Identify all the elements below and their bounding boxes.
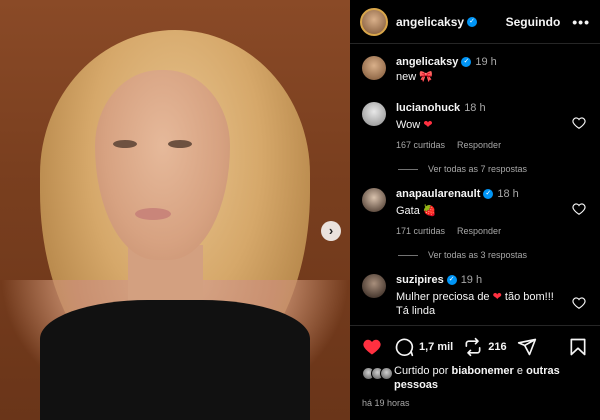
avatar xyxy=(380,367,393,380)
comment-username[interactable]: suzipires xyxy=(396,274,444,286)
caption-text: new 🎀 xyxy=(396,71,433,83)
replies-divider xyxy=(398,254,418,256)
comment-time[interactable]: 18 h xyxy=(464,102,485,114)
post-header: angelicaksy ✓ Seguindo ••• xyxy=(350,0,600,44)
comment-avatar[interactable] xyxy=(362,188,386,212)
comment-likes[interactable]: 167 curtidas xyxy=(396,140,445,150)
caption-username[interactable]: angelicaksy xyxy=(396,56,458,68)
photo-top xyxy=(40,300,310,420)
strawberry-emoji: 🍓 xyxy=(422,205,437,217)
paper-plane-icon[interactable] xyxy=(517,337,537,357)
like-comment-icon[interactable] xyxy=(572,202,586,216)
comment-item: anapaularenault ✓ 18 h Gata 🍓 171 curtidas… xyxy=(362,188,586,236)
verified-badge-icon: ✓ xyxy=(446,275,457,286)
comment-avatar[interactable] xyxy=(362,274,386,298)
caption: angelicaksy ✓ 19 h new 🎀 xyxy=(362,56,586,84)
liked-by: Curtido por biabonemer e outras pessoas xyxy=(362,364,588,392)
comment-text: Mulher preciosa de ❤ tão bom!!! Tá linda xyxy=(396,291,554,317)
comment-username[interactable]: lucianohuck xyxy=(396,102,460,114)
comment-item: lucianohuck 18 h Wow ❤ 167 curtidas Respon… xyxy=(362,102,586,150)
photo-eye xyxy=(168,140,192,148)
reply-button[interactable]: Responder xyxy=(457,226,501,236)
post-timestamp[interactable]: há 19 horas xyxy=(362,398,410,408)
liked-by-text: Curtido por biabonemer e outras pessoas xyxy=(394,365,560,391)
chevron-right-icon: › xyxy=(328,223,334,238)
comment-text: Wow ❤ xyxy=(396,119,433,131)
comment-username[interactable]: anapaularenault xyxy=(396,188,480,200)
heart-emoji: ❤ xyxy=(492,291,502,303)
comment-time[interactable]: 18 h xyxy=(497,188,518,200)
bookmark-icon[interactable] xyxy=(568,337,588,357)
comments-list[interactable]: angelicaksy ✓ 19 h new 🎀 lucianohuck 18 h W… xyxy=(350,50,600,325)
next-image-button[interactable]: › xyxy=(321,221,341,241)
like-comment-icon[interactable] xyxy=(572,296,586,310)
comment-bubble-icon[interactable] xyxy=(394,337,414,357)
more-options-icon[interactable]: ••• xyxy=(572,14,590,30)
heart-filled-icon[interactable] xyxy=(362,337,382,357)
view-replies-label[interactable]: Ver todas as 3 respostas xyxy=(428,250,527,260)
shares-count[interactable]: 216 xyxy=(488,341,506,353)
comments-count[interactable]: 1,7 mil xyxy=(419,341,453,353)
view-replies-link[interactable]: Ver todas as 3 respostas xyxy=(398,250,527,260)
comment-item: suzipires ✓ 19 h Mulher preciosa de ❤ tão … xyxy=(362,274,586,318)
post-photo[interactable] xyxy=(0,0,350,420)
verified-badge-icon: ✓ xyxy=(461,57,472,68)
caption-time[interactable]: 19 h xyxy=(475,56,496,68)
caption-avatar[interactable] xyxy=(362,56,386,80)
author-avatar[interactable] xyxy=(360,7,388,36)
photo-lips xyxy=(135,208,171,220)
post-panel: angelicaksy ✓ Seguindo ••• angelicaksy ✓ 1… xyxy=(350,0,600,420)
liked-avatars[interactable] xyxy=(362,367,393,392)
following-button[interactable]: Seguindo xyxy=(506,15,561,29)
like-comment-icon[interactable] xyxy=(572,116,586,130)
comment-likes[interactable]: 171 curtidas xyxy=(396,226,445,236)
comment-avatar[interactable] xyxy=(362,102,386,126)
liked-by-user[interactable]: biabonemer xyxy=(451,365,513,377)
verified-badge-icon: ✓ xyxy=(483,189,494,200)
comment-text: Gata 🍓 xyxy=(396,205,437,217)
repost-icon[interactable] xyxy=(463,337,483,357)
replies-divider xyxy=(398,168,418,170)
comment-time[interactable]: 19 h xyxy=(461,274,482,286)
view-replies-label[interactable]: Ver todas as 7 respostas xyxy=(428,164,527,174)
photo-eye xyxy=(113,140,137,148)
heart-emoji: ❤ xyxy=(423,119,433,131)
verified-badge-icon: ✓ xyxy=(467,16,478,27)
view-replies-link[interactable]: Ver todas as 7 respostas xyxy=(398,164,527,174)
action-bar: 1,7 mil 216 Curtido por biabonemer e out… xyxy=(350,325,600,420)
author-username[interactable]: angelicaksy xyxy=(396,15,464,29)
reply-button[interactable]: Responder xyxy=(457,140,501,150)
